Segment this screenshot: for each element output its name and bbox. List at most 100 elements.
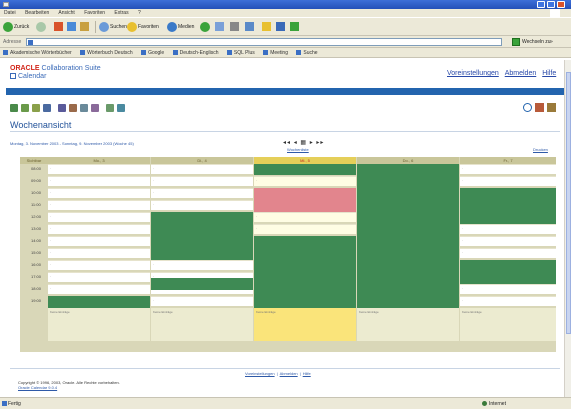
- favorites-button[interactable]: Favoriten: [127, 21, 159, 33]
- address-input[interactable]: [26, 38, 502, 46]
- calendar-event[interactable]: [357, 164, 459, 308]
- time-slot[interactable]: -: [48, 272, 150, 282]
- vertical-scrollbar[interactable]: [564, 60, 571, 397]
- time-slot[interactable]: -: [151, 176, 253, 186]
- new-task-icon[interactable]: [32, 104, 40, 112]
- calendar-event[interactable]: [254, 188, 356, 212]
- link-item[interactable]: Akademische Wörterbücher: [3, 50, 72, 56]
- new-event-icon[interactable]: [21, 104, 29, 112]
- menu-tools[interactable]: Extras: [114, 10, 128, 16]
- calendar-event[interactable]: [460, 260, 556, 284]
- time-slot[interactable]: -: [48, 236, 150, 246]
- footer-help-link[interactable]: Hilfe: [303, 371, 311, 376]
- link-item[interactable]: Deutsch-Englisch: [173, 50, 219, 56]
- menu-help[interactable]: ?: [138, 10, 141, 16]
- preferences-link[interactable]: Voreinstellungen: [447, 70, 499, 77]
- time-slot[interactable]: -: [254, 212, 356, 222]
- search-button[interactable]: Suchen: [99, 21, 127, 33]
- messenger-button[interactable]: [276, 21, 286, 33]
- home-button[interactable]: [80, 21, 90, 33]
- time-slot[interactable]: -: [151, 164, 253, 174]
- link-item[interactable]: SQL Plus: [227, 50, 255, 56]
- footer-logout-link[interactable]: Abmelden: [280, 371, 298, 376]
- refresh-button[interactable]: [67, 21, 77, 33]
- footer-preferences-link[interactable]: Voreinstellungen: [245, 371, 275, 376]
- research-button[interactable]: [290, 21, 300, 33]
- menu-edit[interactable]: Bearbeiten: [25, 10, 49, 16]
- version-link[interactable]: Oracle Calendar 9.0.4: [18, 385, 120, 390]
- time-slot[interactable]: -: [151, 188, 253, 198]
- close-button[interactable]: [557, 1, 565, 8]
- week-navigation[interactable]: ◂◂ ◂ ▦ ▸ ▸▸: [283, 139, 324, 146]
- week-list-link[interactable]: Wochenliste: [287, 147, 309, 152]
- scrollbar-thumb[interactable]: [566, 72, 571, 334]
- calendar-event[interactable]: [254, 164, 356, 175]
- new-note-icon[interactable]: [43, 104, 51, 112]
- time-slot[interactable]: -: [48, 260, 150, 270]
- day-header[interactable]: Mo., 3: [48, 157, 150, 164]
- calendar-event[interactable]: [151, 278, 253, 290]
- time-slot[interactable]: -: [460, 284, 556, 294]
- back-button[interactable]: Zurück: [3, 21, 29, 33]
- time-slot[interactable]: -: [460, 296, 556, 306]
- time-slot[interactable]: -: [460, 164, 556, 174]
- tasks-icon[interactable]: [106, 104, 114, 112]
- links-chevron[interactable]: »: [550, 39, 553, 45]
- time-slot[interactable]: -: [460, 236, 556, 246]
- time-slot[interactable]: -: [48, 248, 150, 258]
- time-slot[interactable]: -: [254, 224, 356, 234]
- time-slot[interactable]: -: [460, 248, 556, 258]
- time-slot[interactable]: -: [151, 296, 253, 306]
- no-entries-cell[interactable]: Keine Einträge: [151, 308, 253, 341]
- time-slot[interactable]: -: [460, 176, 556, 186]
- calendar-event[interactable]: [151, 236, 253, 260]
- no-entries-cell[interactable]: Keine Einträge: [460, 308, 556, 341]
- media-button[interactable]: Medien: [167, 21, 194, 33]
- print-toolbar-button[interactable]: [230, 21, 240, 33]
- day-header[interactable]: Di., 4: [151, 157, 253, 164]
- no-entries-cell[interactable]: Keine Einträge: [357, 308, 459, 341]
- help-link[interactable]: Hilfe: [542, 70, 556, 77]
- scheduler-icon[interactable]: [80, 104, 88, 112]
- calendar-event[interactable]: [460, 188, 556, 224]
- minimize-button[interactable]: [537, 1, 545, 8]
- time-slot[interactable]: -: [48, 176, 150, 186]
- menu-file[interactable]: Datei: [4, 10, 16, 16]
- maximize-button[interactable]: [547, 1, 555, 8]
- go-arrow-icon[interactable]: [512, 38, 520, 46]
- stop-button[interactable]: [54, 21, 64, 33]
- link-item[interactable]: Suche: [296, 50, 317, 56]
- agenda-icon[interactable]: [69, 104, 77, 112]
- calendar-event[interactable]: [254, 236, 356, 308]
- day-header-today[interactable]: Mi., 5: [254, 157, 356, 164]
- link-item[interactable]: Google: [141, 50, 164, 56]
- time-slot[interactable]: -: [48, 284, 150, 294]
- groups-icon[interactable]: [117, 104, 125, 112]
- day-header[interactable]: Do., 6: [357, 157, 459, 164]
- calendar-event[interactable]: [151, 212, 253, 236]
- menu-view[interactable]: Ansicht: [58, 10, 74, 16]
- mail-button[interactable]: [215, 21, 225, 33]
- time-slot[interactable]: -: [48, 224, 150, 234]
- go-button[interactable]: Wechseln zu: [522, 39, 551, 45]
- contacts-icon[interactable]: [91, 104, 99, 112]
- resources-icon[interactable]: [547, 103, 556, 112]
- calendar-event[interactable]: [48, 296, 150, 308]
- link-item[interactable]: Meeting: [263, 50, 288, 56]
- time-slot[interactable]: -: [151, 200, 253, 210]
- time-slot[interactable]: -: [254, 176, 356, 186]
- no-entries-cell-today[interactable]: Keine Einträge: [254, 308, 356, 341]
- time-slot[interactable]: -: [48, 188, 150, 198]
- no-entries-cell[interactable]: Keine Einträge: [48, 308, 150, 341]
- forward-button[interactable]: [36, 21, 47, 33]
- print-link[interactable]: Drucken: [533, 147, 548, 152]
- time-slot[interactable]: -: [48, 212, 150, 222]
- time-slot[interactable]: -: [48, 164, 150, 174]
- time-slot[interactable]: -: [151, 260, 253, 270]
- time-slot[interactable]: -: [460, 224, 556, 234]
- time-slot[interactable]: -: [48, 200, 150, 210]
- search-calendar-icon[interactable]: [58, 104, 66, 112]
- day-header[interactable]: Fr., 7: [460, 157, 556, 164]
- link-item[interactable]: Wörterbuch Deutsch: [80, 50, 133, 56]
- logout-link[interactable]: Abmelden: [505, 70, 537, 77]
